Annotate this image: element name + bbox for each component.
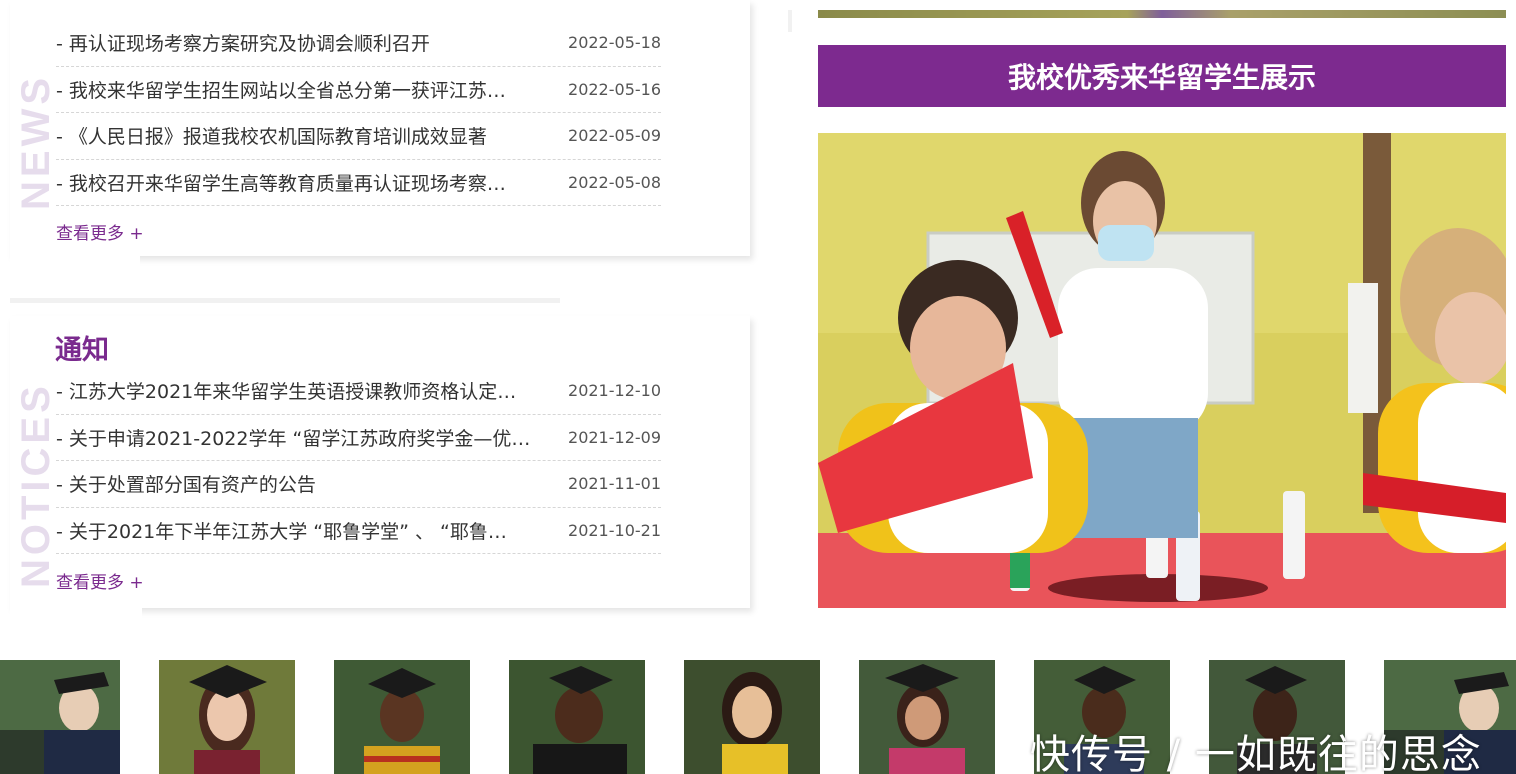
graduate-thumb-image (859, 660, 995, 774)
gallery-thumb[interactable] (859, 660, 995, 774)
panel-corner-mask (10, 256, 140, 268)
list-item[interactable]: - 再认证现场考察方案研究及协调会顺利召开 2022-05-18 (56, 20, 661, 67)
overlay-watermark: 快传号 / 一如既往的思念 (1030, 732, 1482, 774)
notice-item-date: 2021-12-10 (568, 381, 661, 401)
graduate-thumb-image (159, 660, 295, 774)
notice-item-date: 2021-10-21 (568, 520, 661, 540)
gallery-thumb[interactable] (0, 660, 120, 774)
notice-watermark: NOTICES (14, 382, 58, 588)
gallery-thumb[interactable] (684, 660, 820, 774)
graduate-thumb-image (509, 660, 645, 774)
notice-item-date: 2021-12-09 (568, 427, 661, 447)
notice-panel: NOTICES 通知 - 江苏大学2021年来华留学生英语授课教师资格认定… 2… (10, 316, 750, 608)
news-item-date: 2022-05-09 (568, 126, 661, 146)
notice-list: - 江苏大学2021年来华留学生英语授课教师资格认定… 2021-12-10 -… (56, 368, 661, 554)
news-item-title[interactable]: - 我校来华留学生招生网站以全省总分第一获评江苏… (56, 76, 506, 103)
list-item[interactable]: - 关于申请2021-2022学年 “留学江苏政府奖学金—优… 2021-12-… (56, 415, 661, 461)
graduate-thumb-image (684, 660, 820, 774)
news-panel: NEWS - 再认证现场考察方案研究及协调会顺利召开 2022-05-18 - … (10, 0, 750, 256)
news-item-title[interactable]: - 《人民日报》报道我校农机国际教育培训成效显著 (56, 122, 487, 149)
notice-title: 通知 (55, 335, 109, 366)
graduate-thumb-image (334, 660, 470, 774)
news-watermark: NEWS (14, 74, 58, 210)
notice-item-title[interactable]: - 关于2021年下半年江苏大学 “耶鲁学堂” 、 “耶鲁… (56, 517, 507, 544)
graduate-thumb-image (0, 660, 120, 774)
list-item[interactable]: - 关于2021年下半年江苏大学 “耶鲁学堂” 、 “耶鲁… 2021-10-2… (56, 508, 661, 554)
notice-item-title[interactable]: - 江苏大学2021年来华留学生英语授课教师资格认定… (56, 377, 516, 404)
notice-item-date: 2021-11-01 (568, 474, 661, 494)
list-item[interactable]: - 江苏大学2021年来华留学生英语授课教师资格认定… 2021-12-10 (56, 368, 661, 415)
divider (10, 298, 560, 303)
gallery-thumb[interactable] (509, 660, 645, 774)
news-more-link[interactable]: 查看更多 + (56, 219, 144, 244)
news-item-title[interactable]: - 我校召开来华留学生高等教育质量再认证现场考察… (56, 169, 506, 196)
notice-item-title[interactable]: - 关于处置部分国有资产的公告 (56, 470, 316, 497)
news-list: - 再认证现场考察方案研究及协调会顺利召开 2022-05-18 - 我校来华留… (56, 20, 661, 206)
news-item-date: 2022-05-08 (568, 172, 661, 192)
news-item-date: 2022-05-18 (568, 33, 661, 53)
gallery-thumb[interactable] (334, 660, 470, 774)
list-item[interactable]: - 《人民日报》报道我校农机国际教育培训成效显著 2022-05-09 (56, 113, 661, 160)
news-item-date: 2022-05-16 (568, 79, 661, 99)
notice-more-link[interactable]: 查看更多 + (56, 568, 144, 593)
list-item[interactable]: - 我校来华留学生招生网站以全省总分第一获评江苏… 2022-05-16 (56, 67, 661, 113)
gallery-thumb[interactable] (159, 660, 295, 774)
list-item[interactable]: - 我校召开来华留学生高等教育质量再认证现场考察… 2022-05-08 (56, 160, 661, 206)
classroom-illustration (818, 133, 1506, 608)
showcase-header[interactable]: 我校优秀来华留学生展示 (818, 45, 1506, 107)
news-item-title[interactable]: - 再认证现场考察方案研究及协调会顺利召开 (56, 29, 430, 56)
list-item[interactable]: - 关于处置部分国有资产的公告 2021-11-01 (56, 461, 661, 508)
banner-image-strip[interactable] (818, 10, 1506, 18)
panel-corner-mask (10, 608, 142, 620)
notice-item-title[interactable]: - 关于申请2021-2022学年 “留学江苏政府奖学金—优… (56, 424, 530, 451)
vertical-divider (788, 10, 792, 32)
showcase-title: 我校优秀来华留学生展示 (1007, 61, 1316, 94)
showcase-photo[interactable] (818, 133, 1506, 608)
